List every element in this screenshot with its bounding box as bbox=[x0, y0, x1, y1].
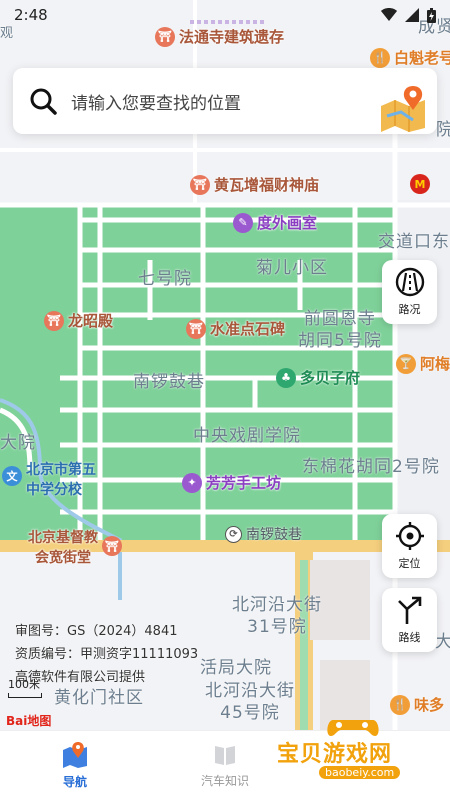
traffic-label: 路况 bbox=[398, 303, 421, 316]
area-label: 交道口东 bbox=[378, 232, 450, 252]
tab-navigation[interactable]: 导航 bbox=[0, 731, 150, 800]
area-label: 菊儿小区 bbox=[256, 258, 328, 278]
search-icon bbox=[30, 88, 57, 115]
signal-icon bbox=[405, 8, 419, 22]
temple-icon: ⛩ bbox=[190, 174, 210, 195]
app-screen: ⛩ 法通寺建筑遗存 🍴 白魁老号 ⛩ 黄瓦增福财神庙 M ✎ 度外画室 ⛩ 龙昭… bbox=[0, 0, 450, 800]
poi-label: 南锣鼓巷 bbox=[246, 527, 302, 543]
area-label-line: 胡同5号院 bbox=[298, 331, 382, 351]
book-icon bbox=[215, 745, 235, 765]
battery-icon bbox=[427, 7, 436, 23]
map-nav-icon bbox=[63, 741, 87, 768]
cocktail-icon: 🍸 bbox=[396, 353, 416, 374]
baidu-logo-text: Bai地图 bbox=[6, 714, 52, 728]
poi-label-line: 北京基督教 bbox=[28, 530, 98, 546]
search-bar[interactable]: 请输入您要查找的位置 bbox=[13, 68, 437, 134]
poi-label: 度外画室 bbox=[257, 214, 318, 232]
traffic-icon bbox=[395, 267, 424, 297]
traffic-button[interactable]: 路况 bbox=[382, 260, 437, 324]
area-label-line: 31号院 bbox=[247, 617, 307, 637]
route-label: 路线 bbox=[398, 631, 421, 644]
area-label-line: 北河沿大街 bbox=[205, 681, 295, 701]
poi-ameiyi[interactable]: 🍸 阿梅 bbox=[396, 353, 450, 374]
area-label: 大 bbox=[435, 632, 450, 652]
poi-label: 黄瓦增福财神庙 bbox=[214, 176, 320, 194]
search-placeholder[interactable]: 请输入您要查找的位置 bbox=[71, 89, 241, 114]
area-label: 大院 bbox=[0, 433, 36, 453]
credit-line: 资质编号：甲测资字11111093 bbox=[15, 647, 199, 662]
status-bar: 2:48 bbox=[0, 0, 450, 30]
poi-mcdonalds[interactable]: M bbox=[410, 174, 434, 194]
bus-stop-icon: ⟳ bbox=[225, 525, 242, 543]
poi-bus-stop[interactable]: ⟳ 南锣鼓巷 bbox=[225, 524, 302, 544]
scale-label: 100米 bbox=[8, 678, 40, 691]
credit-line: 高德软件有限公司提供 bbox=[15, 670, 146, 685]
temple-icon: ⛩ bbox=[186, 318, 206, 339]
map-credits: 审图号：GS（2024）4841 资质编号：甲测资字11111093 高德软件有… bbox=[15, 620, 198, 689]
temple-icon: ⛩ bbox=[44, 310, 64, 331]
poi-label: 阿梅 bbox=[420, 355, 450, 373]
poi-label: 芳芳手工坊 bbox=[206, 474, 282, 492]
tab-label: 汽车知识 bbox=[200, 773, 249, 788]
area-label: 七号院 bbox=[138, 269, 192, 289]
map-scale: 100米 bbox=[8, 676, 42, 698]
poi-label-line: 会宽街堂 bbox=[35, 550, 91, 566]
poi-label-line: 中学分校 bbox=[26, 482, 82, 498]
school-icon: 文 bbox=[2, 466, 22, 486]
area-label-line: 45号院 bbox=[220, 703, 280, 723]
area-label: 前圆恩寺 胡同5号院 bbox=[298, 308, 382, 352]
area-label-line: 北河沿大街 bbox=[232, 595, 322, 615]
gamepad-icon: ✎ bbox=[233, 212, 253, 233]
scale-bar bbox=[8, 693, 42, 698]
poi-duwai[interactable]: ✎ 度外画室 bbox=[233, 212, 317, 233]
tab-label: 导航 bbox=[62, 774, 87, 789]
locate-label: 定位 bbox=[398, 557, 421, 570]
area-label: 中央戏剧学院 bbox=[193, 426, 301, 446]
watermark: 宝贝游戏网 baobeiy.com bbox=[275, 710, 445, 795]
watermark-url: baobeiy.com bbox=[319, 766, 401, 779]
poi-shuizhun[interactable]: ⛩ 水准点石碑 bbox=[186, 318, 285, 339]
area-label: 南锣鼓巷 bbox=[133, 372, 205, 392]
restaurant-icon: 🍴 bbox=[370, 47, 390, 68]
mcdonalds-icon: M bbox=[410, 174, 430, 194]
poi-school[interactable]: 文 北京市第五 中学分校 bbox=[2, 460, 96, 500]
poi-label: 北京基督教 会宽街堂 bbox=[28, 528, 98, 568]
route-icon bbox=[397, 596, 421, 624]
poi-label: 龙昭殿 bbox=[68, 312, 114, 330]
area-label-line: 前圆恩寺 bbox=[303, 309, 376, 329]
area-label: 东棉花胡同2号院 bbox=[302, 457, 440, 477]
tree-icon: ♣ bbox=[276, 367, 296, 388]
wifi-icon bbox=[381, 8, 397, 21]
watermark-title: 宝贝游戏网 bbox=[277, 742, 393, 767]
poi-duobeizi[interactable]: ♣ 多贝子府 bbox=[276, 367, 360, 388]
credit-line: 审图号：GS（2024）4841 bbox=[15, 624, 178, 639]
status-time: 2:48 bbox=[14, 6, 48, 24]
poi-label: 水准点石碑 bbox=[210, 320, 286, 338]
poi-church[interactable]: 北京基督教 会宽街堂 ⛩ bbox=[28, 528, 126, 568]
poi-label-line: 北京市第五 bbox=[26, 462, 96, 478]
poi-fangfang[interactable]: ✦ 芳芳手工坊 bbox=[182, 472, 281, 493]
crosshair-icon bbox=[395, 522, 424, 550]
poi-label: 白魁老号 bbox=[394, 49, 450, 67]
gamepad-icon: ✦ bbox=[182, 472, 202, 493]
area-label: 院 bbox=[436, 120, 450, 140]
poi-longzhao[interactable]: ⛩ 龙昭殿 bbox=[44, 310, 113, 331]
locate-button[interactable]: 定位 bbox=[382, 514, 437, 578]
area-label: 活局大院 bbox=[200, 658, 272, 678]
baidu-logo: Bai地图 bbox=[6, 712, 51, 729]
poi-huangwa[interactable]: ⛩ 黄瓦增福财神庙 bbox=[190, 174, 319, 195]
temple-icon: ⛩ bbox=[102, 536, 122, 556]
poi-baikui[interactable]: 🍴 白魁老号 bbox=[370, 47, 450, 68]
poi-label: 北京市第五 中学分校 bbox=[26, 460, 96, 500]
route-button[interactable]: 路线 bbox=[382, 588, 437, 652]
map-pin-icon[interactable] bbox=[377, 86, 429, 132]
status-icons bbox=[381, 7, 436, 23]
area-label: 北河沿大街 31号院 bbox=[232, 594, 322, 638]
poi-label: 多贝子府 bbox=[300, 369, 361, 387]
